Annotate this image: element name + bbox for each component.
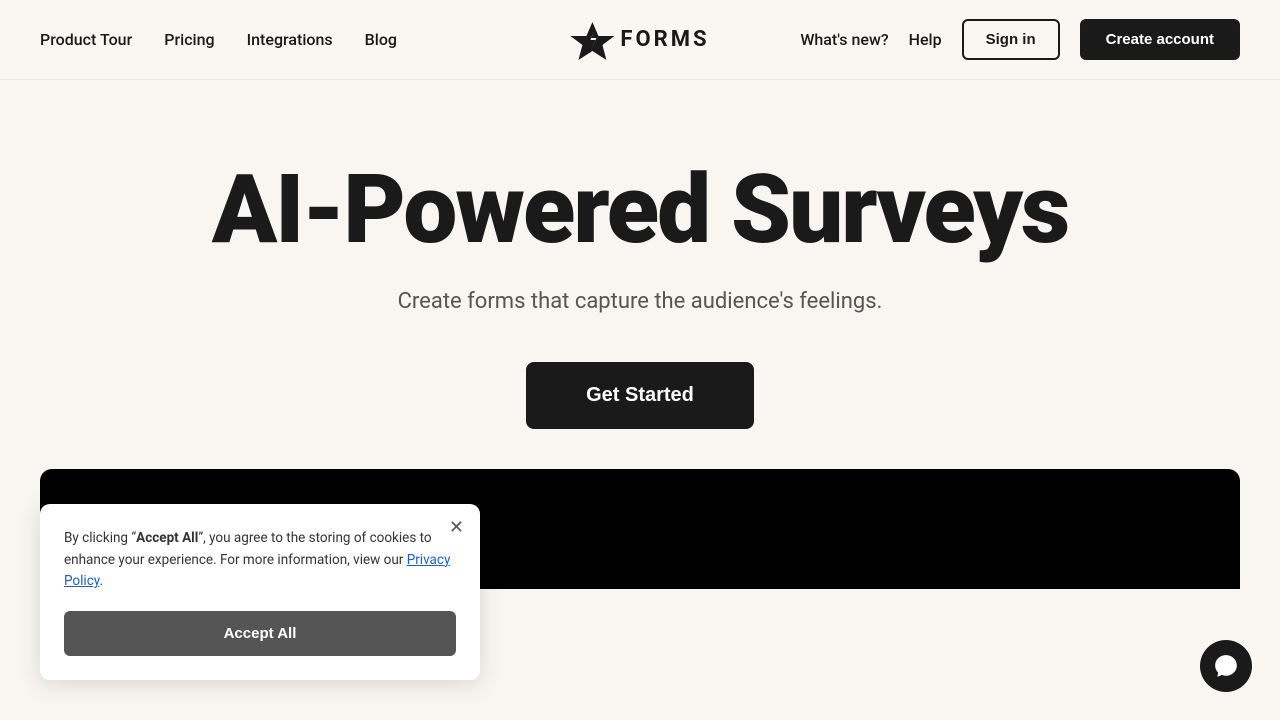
logo-text: FORMS: [620, 27, 709, 52]
nav-pricing[interactable]: Pricing: [164, 30, 214, 49]
chat-icon: [1213, 653, 1239, 679]
nav-integrations[interactable]: Integrations: [247, 30, 333, 49]
hero-title: AI-Powered Surveys: [212, 160, 1068, 261]
nav-help[interactable]: Help: [909, 30, 942, 49]
nav-product-tour[interactable]: Product Tour: [40, 30, 132, 49]
hero-subtitle: Create forms that capture the audience's…: [398, 289, 883, 314]
nav-left: Product Tour Pricing Integrations Blog: [40, 30, 397, 49]
cookie-period: .: [99, 573, 103, 589]
cookie-close-button[interactable]: ✕: [449, 518, 464, 536]
signin-button[interactable]: Sign in: [962, 19, 1060, 60]
cookie-text-before: By clicking “: [64, 530, 136, 546]
nav-blog[interactable]: Blog: [365, 30, 397, 49]
accept-all-button[interactable]: Accept All: [64, 611, 456, 656]
nav-whats-new[interactable]: What's new?: [800, 30, 888, 49]
logo-icon: [570, 18, 614, 62]
cookie-bold-text: Accept All: [136, 530, 198, 546]
navbar: Product Tour Pricing Integrations Blog F…: [0, 0, 1280, 80]
create-account-button[interactable]: Create account: [1080, 19, 1240, 60]
get-started-button[interactable]: Get Started: [526, 362, 754, 429]
cookie-banner: ✕ By clicking “Accept All”, you agree to…: [40, 504, 480, 680]
chat-button[interactable]: [1200, 640, 1252, 692]
logo[interactable]: FORMS: [570, 18, 709, 62]
nav-right: What's new? Help Sign in Create account: [800, 19, 1240, 60]
cookie-text: By clicking “Accept All”, you agree to t…: [64, 528, 456, 593]
